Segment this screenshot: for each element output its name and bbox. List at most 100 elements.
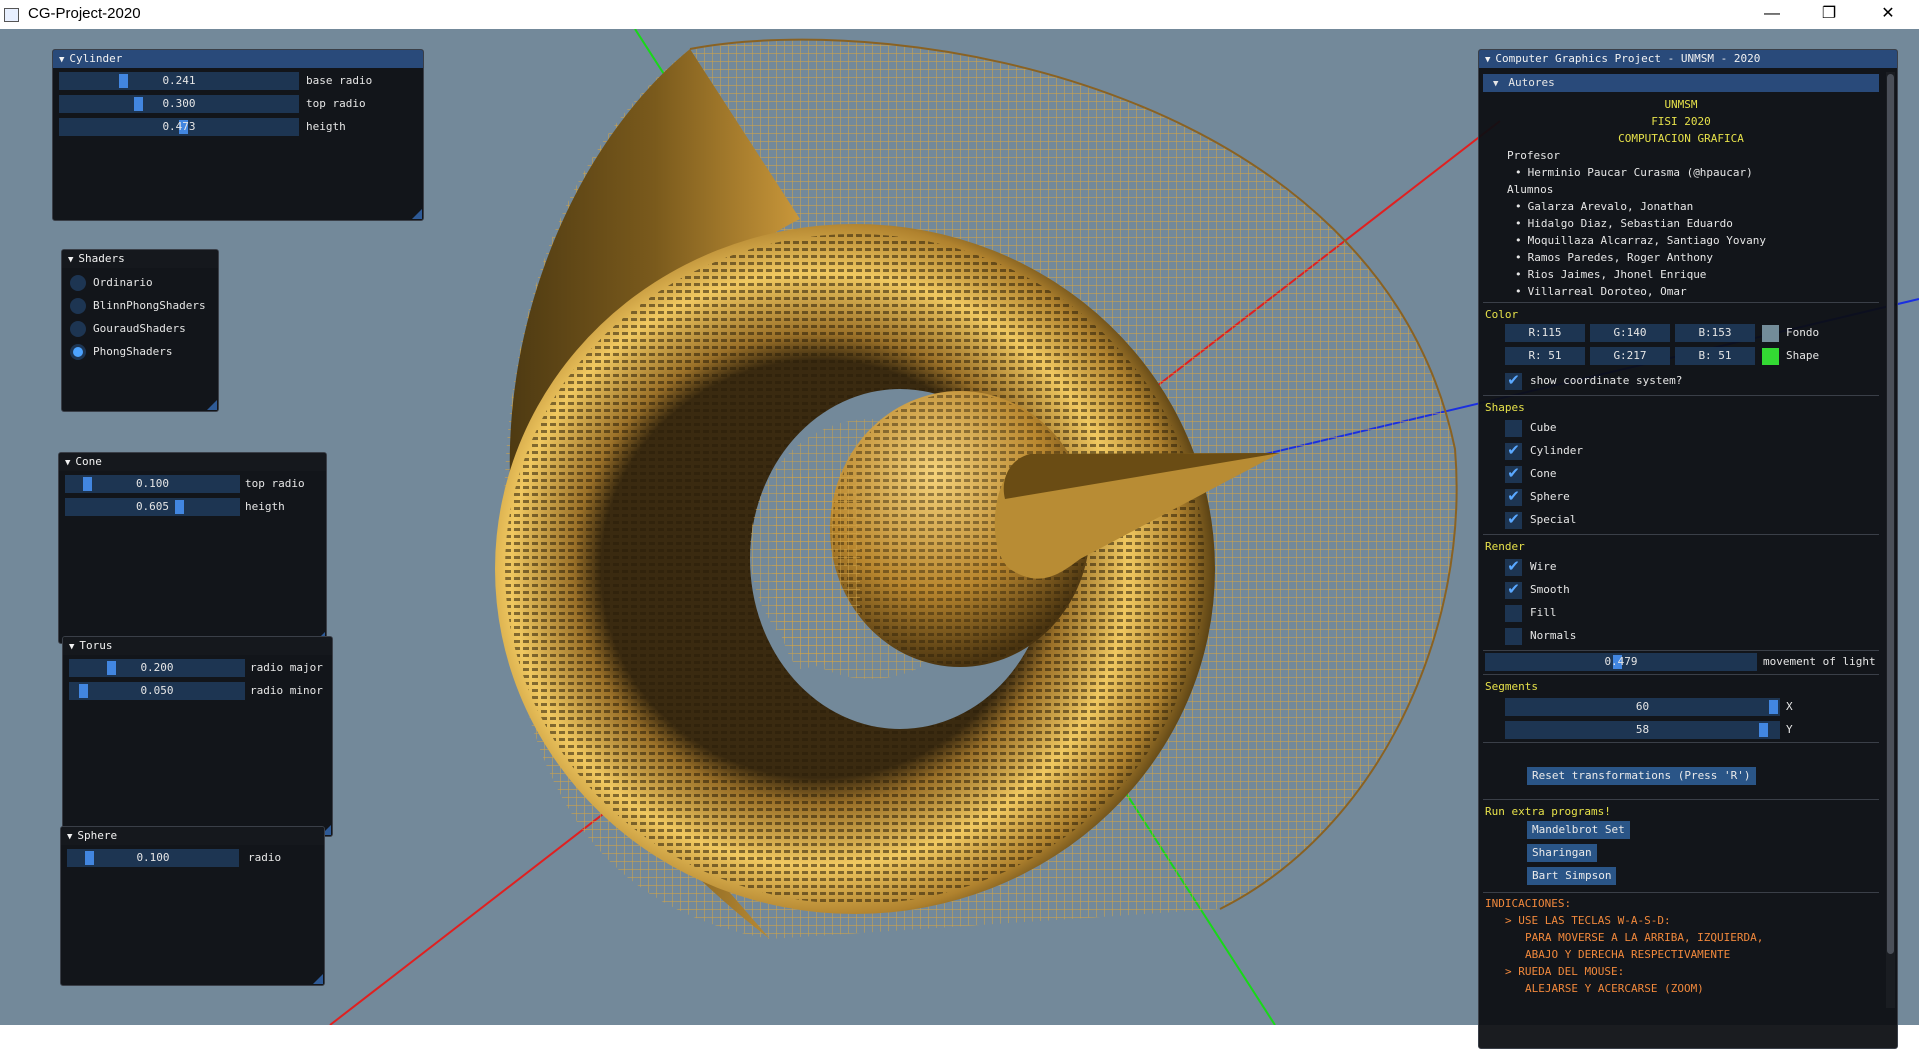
radio-button[interactable] [70, 344, 86, 360]
fondo-g-field[interactable]: G:140 [1590, 324, 1670, 342]
sphere-radio-slider[interactable]: 0.100 [67, 849, 239, 867]
checkbox-label: Wire [1530, 560, 1557, 573]
render-fill-checkbox-row[interactable]: Fill [1479, 602, 1883, 625]
restore-button[interactable]: ❐ [1806, 0, 1852, 29]
checkbox[interactable]: ✔ [1505, 557, 1522, 576]
shape-r-field[interactable]: R: 51 [1505, 347, 1585, 365]
check-icon: ✔ [1507, 464, 1520, 482]
segments-y-slider[interactable]: 58 [1505, 721, 1780, 739]
torus-panel-title: Torus [79, 639, 113, 652]
shaders-panel: ▼ Shaders Ordinario BlinnPhongShaders Gou… [61, 249, 219, 412]
sharingan-button[interactable]: Sharingan [1527, 844, 1597, 862]
radio-label: Ordinario [93, 276, 153, 289]
checkbox[interactable]: ✔ [1505, 441, 1522, 460]
slider-label: base radio [306, 74, 373, 87]
shader-option-blinnphong[interactable]: BlinnPhongShaders [62, 295, 218, 318]
alumno-name: Ramos Paredes, Roger Anthony [1479, 249, 1883, 266]
radio-button[interactable] [70, 298, 86, 314]
shader-option-phong[interactable]: PhongShaders [62, 341, 218, 364]
slider-value: 0.241 [162, 74, 196, 87]
checkbox[interactable] [1505, 605, 1522, 622]
shape-special-checkbox-row[interactable]: ✔ Special [1479, 509, 1883, 532]
render-normals-checkbox-row[interactable]: Normals [1479, 625, 1883, 648]
cone-panel-header[interactable]: ▼ Cone [59, 453, 326, 471]
minimize-button[interactable]: — [1749, 0, 1795, 29]
show-coordinate-system-checkbox-row[interactable]: ✔ show coordinate system? [1479, 370, 1883, 393]
resize-grip[interactable] [412, 209, 422, 219]
shape-g-field[interactable]: G:217 [1590, 347, 1670, 365]
reset-transformations-button[interactable]: Reset transformations (Press 'R') [1527, 767, 1756, 785]
cone-height-slider[interactable]: 0.605 [65, 498, 240, 516]
close-button[interactable]: ✕ [1865, 0, 1911, 29]
indicaciones-line: > RUEDA DEL MOUSE: [1505, 965, 1625, 978]
indicaciones-line: ABAJO Y DERECHA RESPECTIVAMENTE [1525, 948, 1731, 961]
shape-cone-checkbox-row[interactable]: ✔ Cone [1479, 463, 1883, 486]
cylinder-top-radio-slider[interactable]: 0.300 [59, 95, 299, 113]
shaders-panel-header[interactable]: ▼ Shaders [62, 250, 218, 268]
slider-label: radio minor [250, 684, 323, 697]
shape-cube-checkbox-row[interactable]: Cube [1479, 417, 1883, 440]
cylinder-panel-header[interactable]: ▼ Cylinder [53, 50, 423, 68]
cone-panel-title: Cone [75, 455, 102, 468]
scrollbar-thumb[interactable] [1887, 74, 1894, 954]
authors-header-label: Autores [1508, 76, 1555, 89]
sphere-panel-title: Sphere [77, 829, 118, 842]
checkbox-label: Cone [1530, 467, 1557, 480]
checkbox[interactable]: ✔ [1505, 487, 1522, 506]
checkbox[interactable]: ✔ [1505, 580, 1522, 599]
shader-option-gouraud[interactable]: GouraudShaders [62, 318, 218, 341]
bart-simpson-button[interactable]: Bart Simpson [1527, 867, 1617, 885]
radio-button[interactable] [70, 321, 86, 337]
cone-top-radio-slider[interactable]: 0.100 [65, 475, 240, 493]
checkbox-label: Cube [1530, 421, 1557, 434]
checkbox[interactable]: ✔ [1505, 464, 1522, 483]
checkbox-label: Sphere [1530, 490, 1570, 503]
collapse-arrow-icon: ▼ [1485, 55, 1491, 65]
slider-value: 58 [1635, 723, 1650, 736]
fondo-color-row: R:115 G:140 B:153 Fondo [1479, 324, 1883, 347]
check-icon: ✔ [1507, 441, 1520, 459]
render-smooth-checkbox-row[interactable]: ✔ Smooth [1479, 579, 1883, 602]
render-wire-checkbox-row[interactable]: ✔ Wire [1479, 556, 1883, 579]
alumno-name: Moquillaza Alcarraz, Santiago Yovany [1479, 232, 1883, 249]
shape-color-swatch[interactable] [1762, 348, 1779, 365]
torus-radio-minor-slider[interactable]: 0.050 [69, 682, 245, 700]
opengl-viewport[interactable]: ▼ Cylinder 0.241 base radio 0.300 top radio… [0, 29, 1919, 1049]
shape-b-field[interactable]: B: 51 [1675, 347, 1755, 365]
check-icon: ✔ [1507, 510, 1520, 528]
torus-radio-major-slider[interactable]: 0.200 [69, 659, 245, 677]
main-panel-header[interactable]: ▼ Computer Graphics Project - UNMSM - 202… [1479, 50, 1897, 68]
checkbox-label: Special [1530, 513, 1577, 526]
torus-panel-header[interactable]: ▼ Torus [63, 637, 332, 655]
render-section-header: Render [1485, 540, 1525, 553]
light-movement-slider[interactable]: 0.479 [1485, 653, 1757, 671]
checkbox[interactable]: ✔ [1505, 510, 1522, 529]
cylinder-height-slider[interactable]: 0.473 [59, 118, 299, 136]
fondo-r-field[interactable]: R:115 [1505, 324, 1585, 342]
radio-label: BlinnPhongShaders [93, 299, 206, 312]
scrollbar[interactable] [1886, 72, 1895, 1008]
checkbox[interactable] [1505, 420, 1522, 437]
sphere-panel-header[interactable]: ▼ Sphere [61, 827, 324, 845]
slider-label: Y [1786, 723, 1793, 736]
mandelbrot-set-button[interactable]: Mandelbrot Set [1527, 821, 1630, 839]
fondo-b-field[interactable]: B:153 [1675, 324, 1755, 342]
checkbox[interactable] [1505, 628, 1522, 645]
checkbox[interactable]: ✔ [1505, 371, 1522, 390]
resize-grip[interactable] [207, 400, 217, 410]
checkbox-label: Cylinder [1530, 444, 1583, 457]
slider-value: 0.050 [140, 684, 174, 697]
authors-header[interactable]: ▼ Autores [1483, 74, 1879, 92]
shape-sphere-checkbox-row[interactable]: ✔ Sphere [1479, 486, 1883, 509]
segments-x-slider[interactable]: 60 [1505, 698, 1780, 716]
cylinder-base-radio-slider[interactable]: 0.241 [59, 72, 299, 90]
shader-option-ordinario[interactable]: Ordinario [62, 272, 218, 295]
resize-grip[interactable] [313, 974, 323, 984]
collapse-arrow-icon: ▼ [1493, 79, 1499, 89]
shape-cylinder-checkbox-row[interactable]: ✔ Cylinder [1479, 440, 1883, 463]
radio-button[interactable] [70, 275, 86, 291]
slider-value: 0.605 [135, 500, 170, 513]
slider-value: 0.100 [136, 851, 170, 864]
sphere-panel: ▼ Sphere 0.100 radio [60, 826, 325, 986]
fondo-color-swatch[interactable] [1762, 325, 1779, 342]
